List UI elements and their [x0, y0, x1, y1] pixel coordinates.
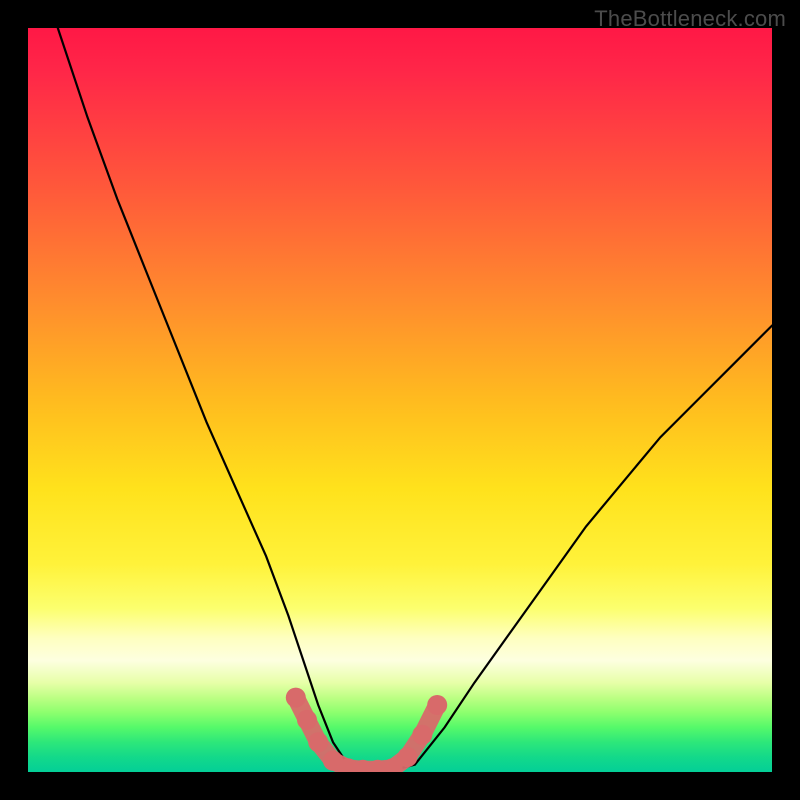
bottleneck-curve [58, 28, 772, 772]
chart-frame: TheBottleneck.com [0, 0, 800, 800]
optimum-marker [412, 725, 432, 745]
curve-layer [28, 28, 772, 772]
optimum-marker [397, 747, 417, 767]
watermark-text: TheBottleneck.com [594, 6, 786, 32]
optimum-marker [308, 732, 328, 752]
plot-area [28, 28, 772, 772]
optimum-marker [297, 710, 317, 730]
optimum-marker [427, 695, 447, 715]
optimum-marker [286, 688, 306, 708]
